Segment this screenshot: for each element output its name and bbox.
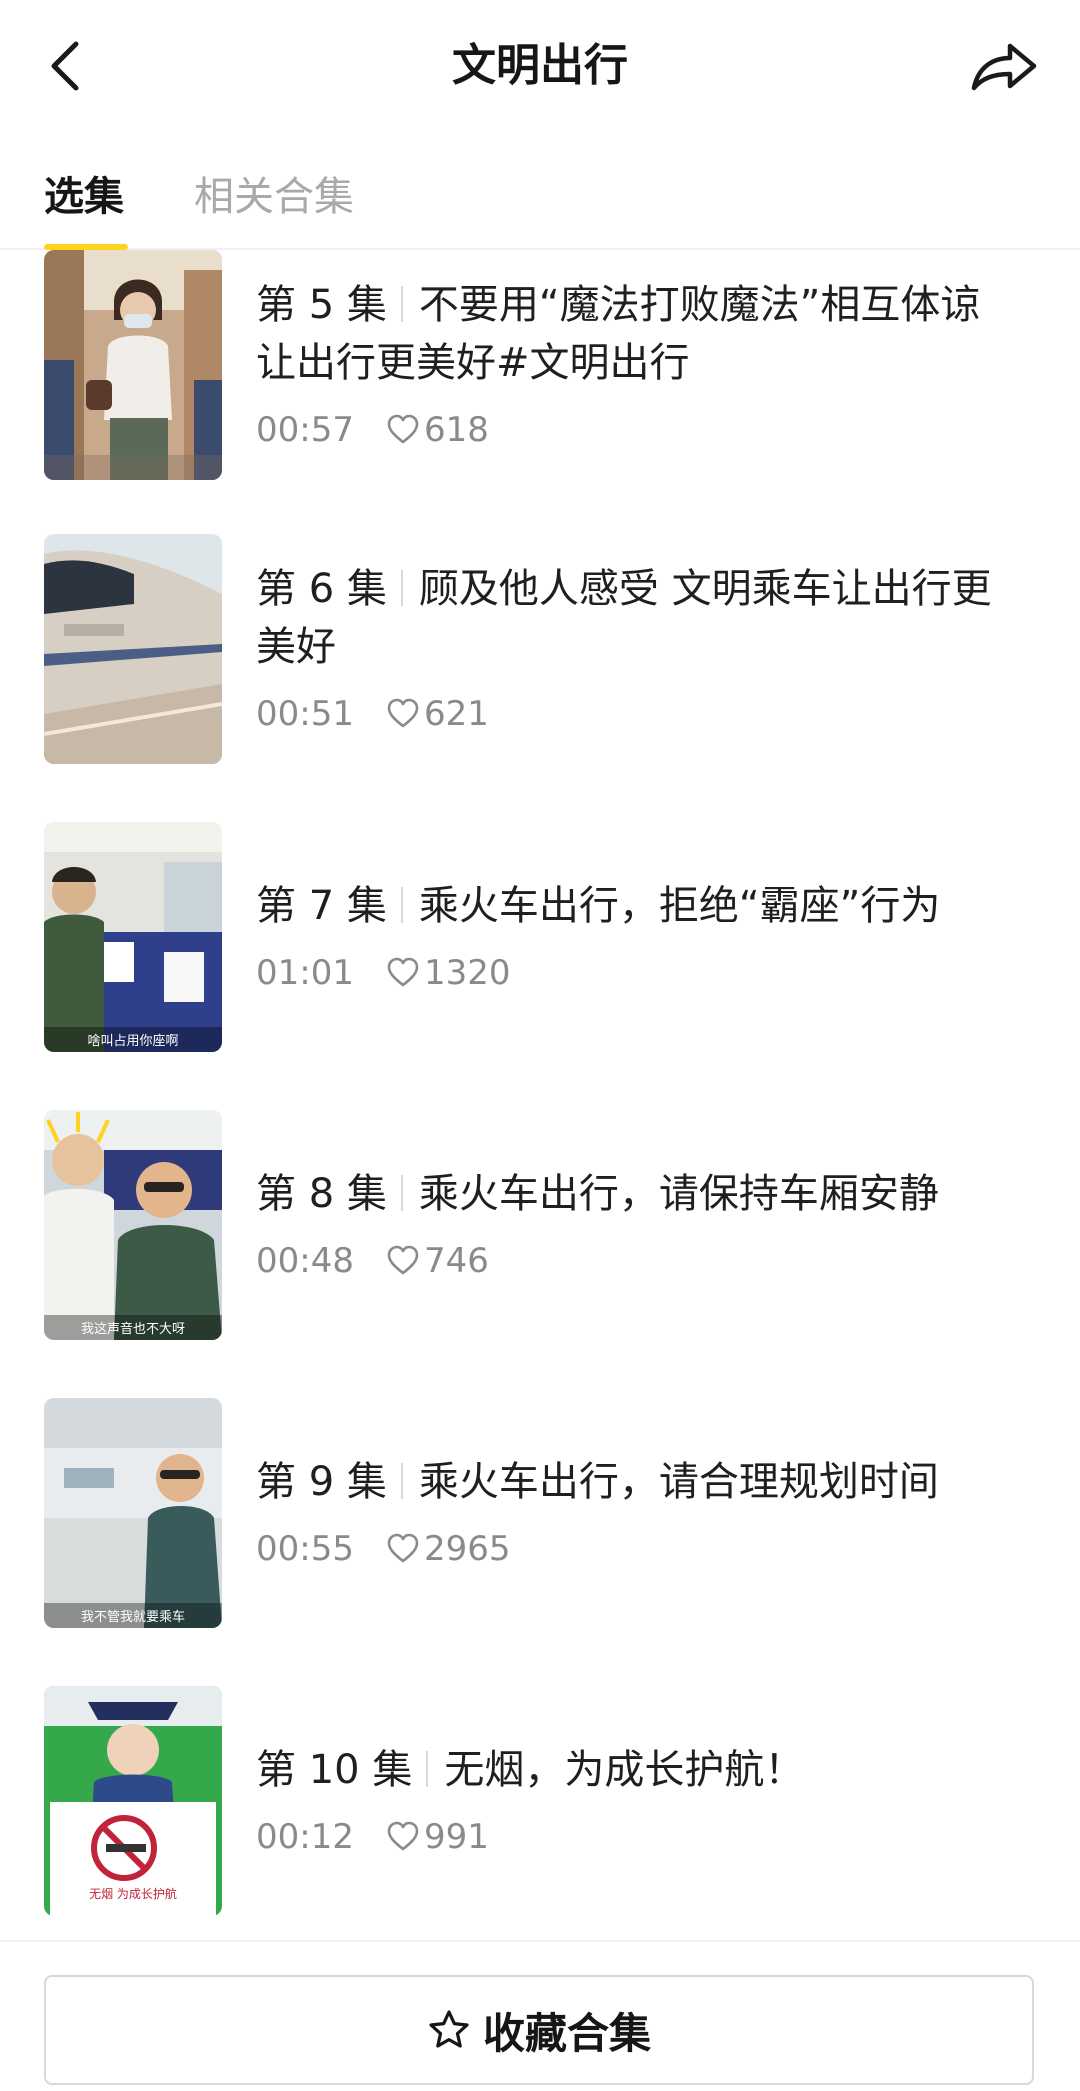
heart-icon <box>387 698 419 728</box>
collect-collection-button[interactable]: 收藏合集 <box>44 1975 1034 2085</box>
divider <box>400 1175 403 1211</box>
episode-title: 顾及他人感受 文明乘车让出行更 <box>418 566 992 612</box>
list-item[interactable]: 第 6 集顾及他人感受 文明乘车让出行更 美好 00:51 621 <box>0 534 1080 766</box>
episode-duration: 00:57 <box>256 410 354 450</box>
episode-number: 第 9 集 <box>256 1459 387 1505</box>
like-count-value: 991 <box>424 1817 489 1857</box>
station-man-thumbnail: 我不管我就要乘车 <box>44 1398 222 1628</box>
star-icon <box>429 2010 469 2048</box>
episode-number: 第 7 集 <box>256 883 387 929</box>
list-item[interactable]: 我这声音也不大呀 第 8 集乘火车出行，请保持车厢安静 00:48 746 <box>0 1110 1080 1342</box>
episode-number: 第 10 集 <box>256 1747 413 1793</box>
woman-on-train-thumbnail <box>44 250 222 480</box>
like-count: 2965 <box>386 1529 511 1569</box>
like-count-value: 618 <box>424 410 489 450</box>
high-speed-train-thumbnail <box>44 534 222 764</box>
heart-icon <box>387 957 419 987</box>
episode-title-continued: 让出行更美好#文明出行 <box>256 340 690 386</box>
thumbnail-caption: 我不管我就要乘车 <box>81 1609 185 1625</box>
heart-icon <box>387 1821 419 1851</box>
like-count: 1320 <box>386 953 511 993</box>
list-item[interactable]: 无烟 为成长护航 第 10 集无烟，为成长护航！ 00:12 991 <box>0 1686 1080 1918</box>
episode-title: 乘火车出行，请保持车厢安静 <box>418 1171 939 1217</box>
episode-title: 乘火车出行，拒绝“霸座”行为 <box>418 883 941 929</box>
thumbnail-caption: 啥叫占用你座啊 <box>87 1033 178 1049</box>
thumbnail-caption: 无烟 为成长护航 <box>89 1886 177 1901</box>
like-count-value: 746 <box>424 1241 489 1281</box>
tab-related-collections[interactable]: 相关合集 <box>194 162 354 232</box>
episode-number: 第 6 集 <box>256 566 387 612</box>
episode-duration: 00:48 <box>256 1241 354 1281</box>
page-title: 文明出行 <box>452 40 628 91</box>
tab-episodes[interactable]: 选集 <box>44 162 124 232</box>
divider <box>426 1751 429 1787</box>
episode-duration: 00:12 <box>256 1817 354 1857</box>
episode-title: 乘火车出行，请合理规划时间 <box>418 1459 939 1505</box>
train-seats-thumbnail: 啥叫占用你座啊 <box>44 822 222 1052</box>
no-smoking-sign-thumbnail: 无烟 为成长护航 <box>44 1686 222 1916</box>
like-count-value: 2965 <box>424 1529 511 1569</box>
divider <box>400 286 403 322</box>
like-count: 621 <box>386 694 489 734</box>
divider <box>400 570 403 606</box>
divider <box>400 887 403 923</box>
like-count-value: 621 <box>424 694 489 734</box>
episode-duration: 00:55 <box>256 1529 354 1569</box>
share-arrow-icon <box>971 43 1037 91</box>
episode-title: 不要用“魔法打败魔法”相互体谅 <box>418 282 981 328</box>
like-count: 991 <box>386 1817 489 1857</box>
two-men-train-thumbnail: 我这声音也不大呀 <box>44 1110 222 1340</box>
collect-label: 收藏合集 <box>482 2008 651 2058</box>
tab-bar: 选集 相关合集 <box>0 150 1080 250</box>
like-count-value: 1320 <box>424 953 511 993</box>
list-item[interactable]: 我不管我就要乘车 第 9 集乘火车出行，请合理规划时间 00:55 2965 <box>0 1398 1080 1630</box>
thumbnail-caption: 我这声音也不大呀 <box>81 1321 185 1337</box>
divider <box>400 1463 403 1499</box>
episode-number: 第 5 集 <box>256 282 387 328</box>
episode-title: 无烟，为成长护航！ <box>444 1747 805 1793</box>
like-count: 618 <box>386 410 489 450</box>
share-button[interactable] <box>964 30 1044 102</box>
episode-number: 第 8 集 <box>256 1171 387 1217</box>
episode-duration: 00:51 <box>256 694 354 734</box>
list-item[interactable]: 啥叫占用你座啊 第 7 集乘火车出行，拒绝“霸座”行为 01:01 1320 <box>0 822 1080 1054</box>
heart-icon <box>387 1245 419 1275</box>
episode-title-continued: 美好 <box>256 624 336 670</box>
top-header: 文明出行 <box>0 0 1080 140</box>
heart-icon <box>387 414 419 444</box>
heart-icon <box>387 1533 419 1563</box>
like-count: 746 <box>386 1241 489 1281</box>
list-item[interactable]: 第 5 集不要用“魔法打败魔法”相互体谅 让出行更美好#文明出行 00:57 6… <box>0 250 1080 482</box>
collection-page: 文明出行 选集 相关合集 第 5 集 不要用“魔法打败魔法”相互体谅 让出行更美… <box>0 0 1080 2091</box>
episode-duration: 01:01 <box>256 953 354 993</box>
bottom-bar: 收藏合集 <box>0 1940 1080 2091</box>
